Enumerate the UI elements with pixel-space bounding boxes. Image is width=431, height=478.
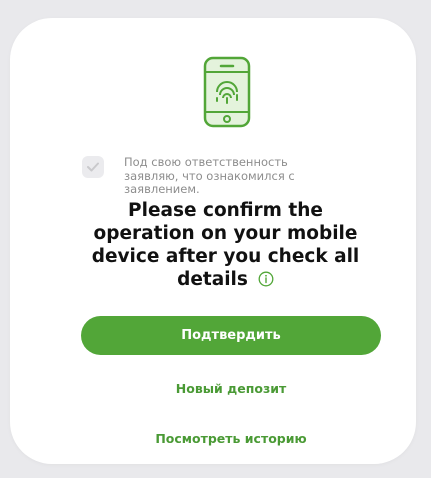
- confirm-instruction: Please confirm the operation on your mob…: [50, 199, 401, 291]
- new-deposit-link[interactable]: Новый депозит: [81, 381, 381, 396]
- confirm-instruction-line: operation on your mobile: [93, 223, 358, 244]
- confirm-instruction-line: details: [177, 269, 248, 290]
- confirm-button[interactable]: Подтвердить: [81, 316, 381, 355]
- consent-text-line: заявляю, что ознакомился с: [124, 168, 295, 183]
- consent-row: Под свою ответственность заявляю, что оз…: [82, 155, 382, 197]
- checkmark-icon: [87, 162, 99, 172]
- confirm-instruction-line: Please confirm the: [128, 200, 323, 221]
- phone-fingerprint-icon: [203, 56, 251, 128]
- info-icon[interactable]: [258, 271, 274, 287]
- view-history-link[interactable]: Посмотреть историю: [81, 431, 381, 446]
- consent-text-line: Под свою ответственность: [124, 155, 288, 169]
- consent-text: Под свою ответственность заявляю, что оз…: [124, 155, 344, 197]
- confirm-instruction-line: device after you check all: [91, 246, 360, 267]
- confirm-instruction-line-last: details: [50, 268, 401, 291]
- consent-text-line: заявлением.: [124, 182, 200, 196]
- confirmation-card: Под свою ответственность заявляю, что оз…: [10, 18, 416, 464]
- consent-checkbox[interactable]: [82, 156, 104, 178]
